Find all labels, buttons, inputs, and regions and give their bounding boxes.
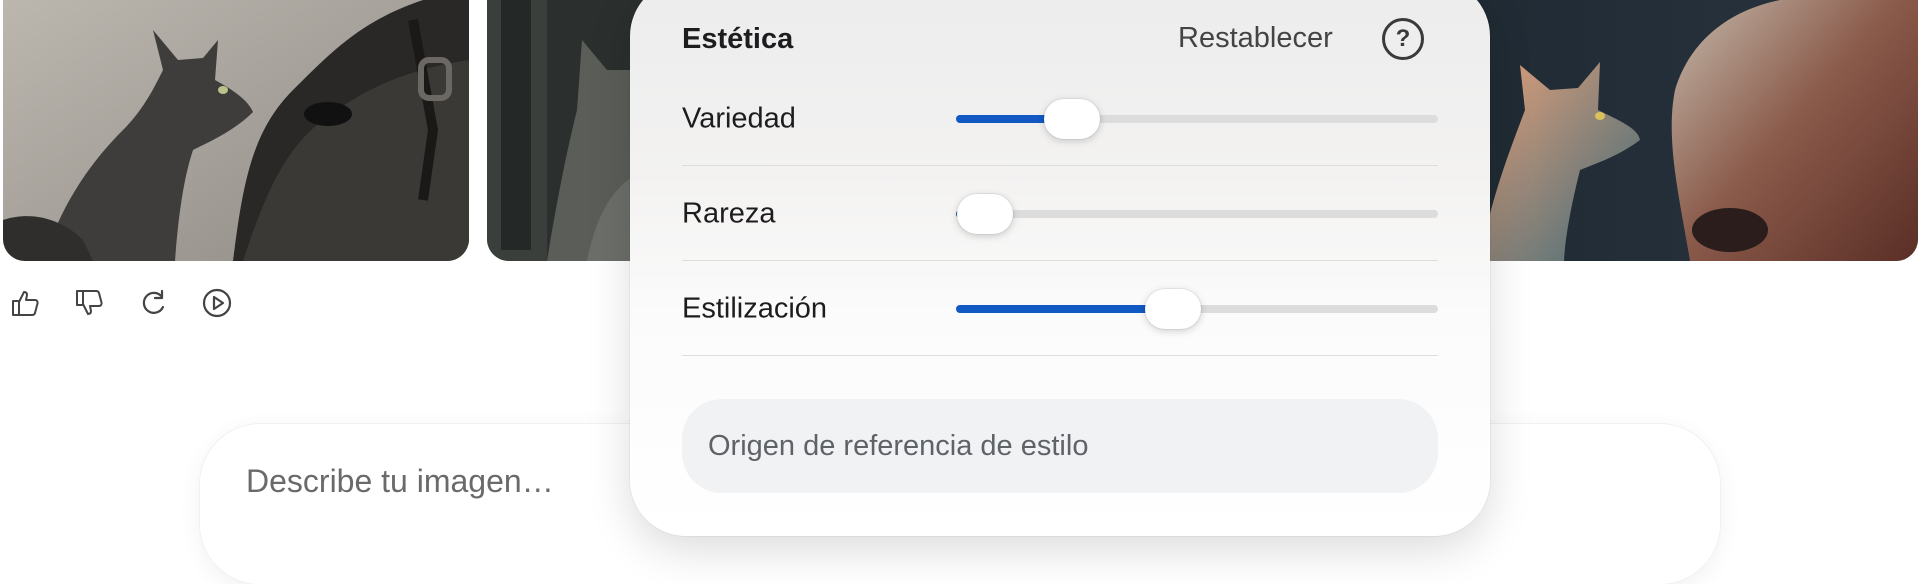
slider-label-rareza: Rareza: [682, 197, 776, 229]
slider-label-estilizacion: Estilización: [682, 292, 828, 324]
thumbs-up-button[interactable]: [8, 286, 42, 320]
slider-row-variedad: Variedad: [682, 71, 1438, 166]
rareza-slider[interactable]: [956, 193, 1438, 234]
help-button[interactable]: ?: [1382, 18, 1424, 60]
thumbs-down-icon: [76, 290, 103, 315]
slider-label-variedad: Variedad: [682, 102, 796, 134]
play-circle-icon: [202, 288, 232, 318]
divider: [682, 355, 1438, 356]
slider-row-estilizacion: Estilización: [682, 261, 1438, 356]
style-reference-button[interactable]: Origen de referencia de estilo: [682, 399, 1438, 493]
result-image-3[interactable]: [1460, 0, 1918, 261]
thumbs-down-button[interactable]: [72, 286, 106, 320]
slider-thumb[interactable]: [1043, 98, 1100, 139]
regenerate-icon: [142, 289, 165, 314]
slider-row-rareza: Rareza: [682, 166, 1438, 261]
panel-title: Estética: [682, 23, 794, 55]
cat-horse-grayscale-image: [3, 0, 469, 261]
cat-horse-color-image: [1460, 0, 1918, 261]
reset-button[interactable]: Restablecer: [1178, 22, 1333, 55]
aesthetic-panel: Estética Restablecer ? Variedad Rareza E…: [630, 0, 1490, 536]
slider-fill: [956, 304, 1173, 313]
slider-thumb[interactable]: [956, 193, 1013, 234]
play-button[interactable]: [200, 286, 234, 320]
estilizacion-slider[interactable]: [956, 288, 1438, 329]
question-circle-icon: ?: [1395, 25, 1411, 52]
result-actions: [8, 286, 234, 320]
thumbs-up-icon: [12, 291, 39, 316]
regenerate-button[interactable]: [136, 286, 170, 320]
result-image-1[interactable]: [3, 0, 469, 261]
variedad-slider[interactable]: [956, 98, 1438, 139]
slider-thumb[interactable]: [1144, 288, 1201, 329]
